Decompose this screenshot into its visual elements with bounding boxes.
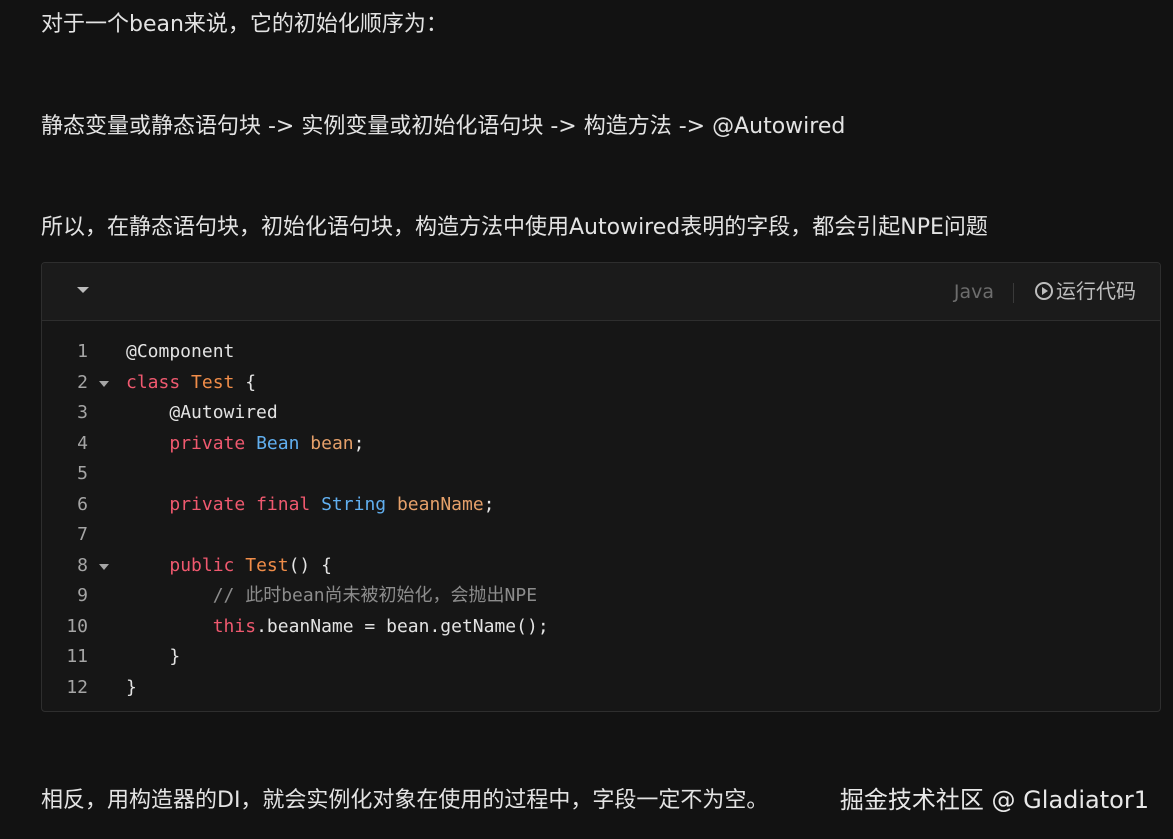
line-number: 12	[66, 676, 88, 698]
code-line: 12}	[42, 673, 1160, 704]
code-line: 3 @Autowired	[42, 398, 1160, 429]
code-token: private	[169, 493, 246, 515]
line-code: class Test {	[126, 368, 256, 399]
run-code-label: 运行代码	[1056, 279, 1136, 303]
line-code: this.beanName = bean.getName();	[126, 612, 549, 643]
line-number: 8	[77, 554, 88, 576]
code-token: }	[126, 646, 181, 667]
code-block: Java 运行代码 1 @Component 2 class Test {3 @Aut…	[41, 262, 1161, 712]
line-number: 6	[77, 493, 88, 515]
code-token: private	[169, 432, 246, 454]
fold-caret-icon[interactable]	[99, 563, 109, 570]
code-line: 4 private Bean bean;	[42, 429, 1160, 460]
code-token: Bean	[256, 432, 300, 454]
line-code: @Autowired	[126, 398, 278, 429]
header-divider	[1013, 283, 1014, 303]
code-line: 1 @Component	[42, 337, 1160, 368]
code-token: String	[321, 493, 387, 515]
code-line: 7	[42, 520, 1160, 551]
paragraph-init-order-intro: 对于一个bean来说，它的初始化顺序为：	[41, 12, 448, 37]
line-code: @Component	[126, 337, 234, 368]
code-token: Test	[191, 371, 235, 393]
code-line: 5	[42, 459, 1160, 490]
line-code: }	[126, 673, 137, 704]
code-token: this	[212, 615, 257, 637]
code-line: 9 // 此时bean尚未被初始化，会抛出NPE	[42, 581, 1160, 612]
code-token: {	[234, 371, 257, 393]
line-number: 4	[77, 432, 88, 454]
code-token: class	[126, 371, 181, 393]
line-code: private final String beanName;	[126, 490, 495, 521]
code-line: 10 this.beanName = bean.getName();	[42, 612, 1160, 643]
code-language-label: Java	[953, 281, 994, 303]
code-token: beanName	[396, 493, 484, 515]
line-number: 2	[77, 371, 88, 393]
code-block-header: Java 运行代码	[42, 263, 1160, 321]
code-line: 6 private final String beanName;	[42, 490, 1160, 521]
line-code: }	[126, 642, 180, 673]
code-token: ;	[483, 493, 495, 515]
code-token: .beanName = bean.getName();	[256, 615, 549, 637]
code-token: // 此时bean尚未被初始化，会抛出NPE	[212, 585, 538, 606]
line-number: 9	[77, 585, 88, 606]
line-number: 1	[77, 341, 88, 362]
code-body[interactable]: 1 @Component 2 class Test {3 @Autowired 4 pr…	[42, 337, 1160, 703]
code-line: 11 }	[42, 642, 1160, 673]
code-token: }	[126, 676, 137, 698]
line-code: public Test() {	[126, 551, 332, 582]
code-line: 8 public Test() {	[42, 551, 1160, 582]
line-number: 11	[66, 646, 88, 667]
paragraph-npe-warning: 所以，在静态语句块，初始化语句块，构造方法中使用Autowired表明的字段，都…	[41, 215, 988, 240]
code-token: @Component	[126, 341, 235, 362]
code-token: final	[256, 493, 311, 515]
code-token: bean	[310, 432, 354, 454]
paragraph-constructor-di: 相反，用构造器的DI，就会实例化对象在使用的过程中，字段一定不为空。	[41, 788, 769, 813]
paragraph-init-order: 静态变量或静态语句块 -> 实例变量或初始化语句块 -> 构造方法 -> @Au…	[41, 114, 846, 139]
watermark: 掘金技术社区 @ Gladiator1	[839, 786, 1149, 814]
line-number: 10	[66, 615, 88, 637]
line-number: 5	[77, 463, 88, 484]
fold-caret-icon[interactable]	[99, 380, 109, 387]
code-line: 2 class Test {	[42, 368, 1160, 399]
line-code: private Bean bean;	[126, 429, 364, 460]
code-token: @Autowired	[169, 402, 278, 423]
code-token: Test	[245, 554, 289, 576]
caret-down-icon[interactable]	[77, 287, 89, 293]
run-code-button[interactable]: 运行代码	[1035, 278, 1136, 304]
code-token: public	[169, 554, 235, 576]
line-number: 3	[77, 402, 88, 423]
line-code: // 此时bean尚未被初始化，会抛出NPE	[126, 581, 537, 612]
code-token: () {	[288, 554, 332, 576]
code-token: ;	[353, 432, 365, 454]
line-number: 7	[77, 524, 88, 545]
play-circle-icon	[1035, 282, 1053, 300]
